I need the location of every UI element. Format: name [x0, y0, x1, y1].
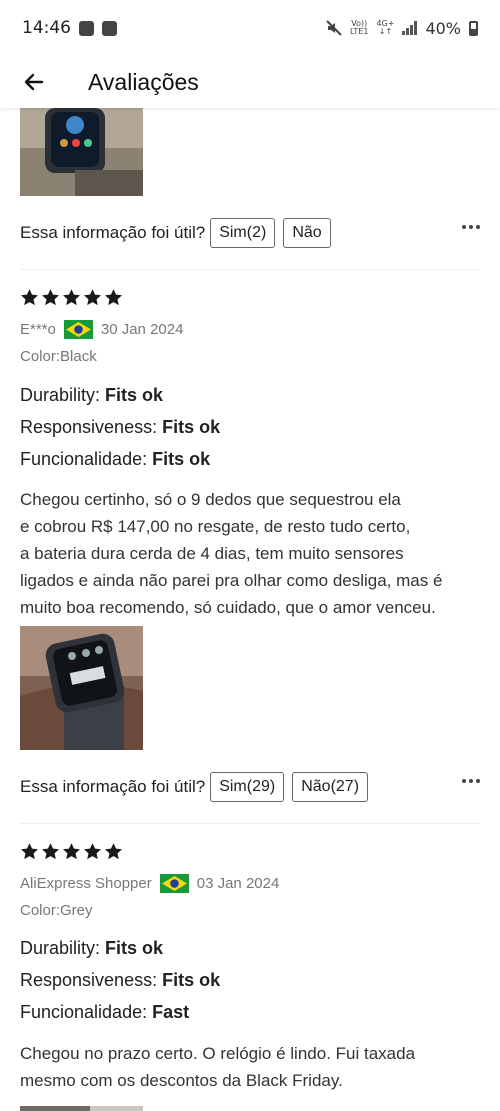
more-options-button[interactable] — [462, 225, 480, 229]
review-1-rating — [20, 288, 123, 307]
star-icon — [84, 289, 101, 306]
status-right: Vo)) LTE1 4G+ ↓↑ 40% — [326, 19, 478, 38]
review-1-helpful-row: Essa informação foi útil? Sim(29) Não(27… — [20, 770, 480, 804]
star-icon — [84, 843, 101, 860]
smartwatch-photo-image — [20, 108, 143, 196]
brazil-flag-icon — [159, 873, 189, 893]
review-2-attr-responsiveness: Responsiveness: Fits ok — [20, 970, 220, 991]
gallery-notification-icon — [79, 20, 94, 36]
status-bar: 14:46 Vo)) LTE1 4G+ ↓↑ 40% — [0, 0, 500, 56]
helpful-no-button[interactable]: Não(27) — [292, 772, 369, 802]
review-1-meta: E***o 30 Jan 2024 — [20, 318, 183, 340]
review-divider — [20, 823, 480, 824]
star-icon — [105, 289, 122, 306]
review-text-line: Chegou no prazo certo. O relógio é lindo… — [20, 1044, 416, 1063]
status-time: 14:46 — [22, 18, 71, 38]
attr-name: Funcionalidade: — [20, 1002, 153, 1022]
helpful-no-button[interactable]: Não — [283, 218, 331, 248]
review-2-text: Chegou no prazo certo. O relógio é lindo… — [20, 1040, 490, 1094]
helpful-row-previous: Essa informação foi útil? Sim(2) Não — [20, 216, 480, 250]
mute-icon — [326, 20, 342, 36]
review-author: AliExpress Shopper — [20, 874, 152, 892]
star-icon — [21, 843, 38, 860]
review-author: E***o — [20, 320, 56, 338]
attr-name: Responsiveness: — [20, 417, 163, 437]
helpful-yes-button[interactable]: Sim(2) — [210, 218, 276, 248]
helpful-question: Essa informação foi útil? — [20, 223, 206, 242]
signal-icon — [402, 21, 418, 35]
attr-value: Fits ok — [162, 970, 221, 990]
attr-value: Fits ok — [162, 417, 221, 437]
review-text-line: e cobrou R$ 147,00 no resgate, de resto … — [20, 517, 411, 536]
review-1-attr-responsiveness: Responsiveness: Fits ok — [20, 417, 220, 438]
attr-name: Funcionalidade: — [20, 449, 153, 469]
volte-indicator: Vo)) LTE1 — [350, 20, 368, 36]
status-left: 14:46 — [22, 18, 117, 38]
review-date: 03 Jan 2024 — [196, 874, 280, 892]
review-2-photo[interactable] — [20, 1102, 143, 1111]
helpful-yes-button[interactable]: Sim(29) — [210, 772, 285, 802]
review-2-color: Color:Grey — [20, 902, 93, 919]
review-photo-previous[interactable] — [20, 108, 143, 196]
battery-percent: 40% — [425, 18, 461, 38]
app-notification-icon — [102, 20, 117, 36]
review-text-line: a bateria dura cerda de 4 dias, tem muit… — [20, 544, 404, 563]
review-2-rating — [20, 842, 123, 861]
battery-icon — [469, 20, 478, 36]
review-1-attr-durability: Durability: Fits ok — [20, 385, 163, 406]
review-2-attr-durability: Durability: Fits ok — [20, 938, 163, 959]
attr-value: Fast — [152, 1002, 190, 1022]
network-type-indicator: 4G+ ↓↑ — [376, 20, 394, 36]
review-2-meta: AliExpress Shopper 03 Jan 2024 — [20, 872, 279, 894]
brazil-flag-icon — [63, 319, 93, 339]
attr-value: Fits ok — [152, 449, 211, 469]
star-icon — [21, 289, 38, 306]
review-2-attr-funcionalidade: Funcionalidade: Fast — [20, 1002, 189, 1023]
review-1-photo[interactable] — [20, 626, 143, 750]
review-text-line: mesmo com os descontos da Black Friday. — [20, 1071, 343, 1090]
review-text-line: Chegou certinho, só o 9 dedos que seques… — [20, 490, 401, 509]
attr-name: Durability: — [20, 938, 106, 958]
volte-bottom-text: LTE1 — [350, 27, 369, 36]
review-text-line: muito boa recomendo, só cuidado, que o a… — [20, 598, 436, 617]
review-text-line: ligados e ainda não parei pra olhar como… — [20, 571, 443, 590]
back-button[interactable] — [14, 62, 54, 102]
review-1-color: Color:Black — [20, 348, 97, 365]
star-icon — [105, 843, 122, 860]
attr-name: Durability: — [20, 385, 106, 405]
review-photo-image — [20, 1106, 143, 1111]
attr-value: Fits ok — [105, 385, 164, 405]
page-title: Avaliações — [88, 68, 199, 95]
review-1-text: Chegou certinho, só o 9 dedos que seques… — [20, 486, 490, 621]
more-options-button[interactable] — [462, 779, 480, 783]
attr-name: Responsiveness: — [20, 970, 163, 990]
attr-value: Fits ok — [105, 938, 164, 958]
back-arrow-icon — [24, 73, 44, 91]
star-icon — [42, 843, 59, 860]
review-date: 30 Jan 2024 — [100, 320, 184, 338]
smartwatch-on-wrist-image — [20, 626, 143, 750]
data-arrows-icon: ↓↑ — [378, 27, 393, 36]
review-1-attr-funcionalidade: Funcionalidade: Fits ok — [20, 449, 210, 470]
app-bar: Avaliações — [0, 56, 500, 108]
review-divider — [20, 269, 480, 270]
helpful-question: Essa informação foi útil? — [20, 777, 206, 796]
star-icon — [63, 843, 80, 860]
star-icon — [42, 289, 59, 306]
star-icon — [63, 289, 80, 306]
